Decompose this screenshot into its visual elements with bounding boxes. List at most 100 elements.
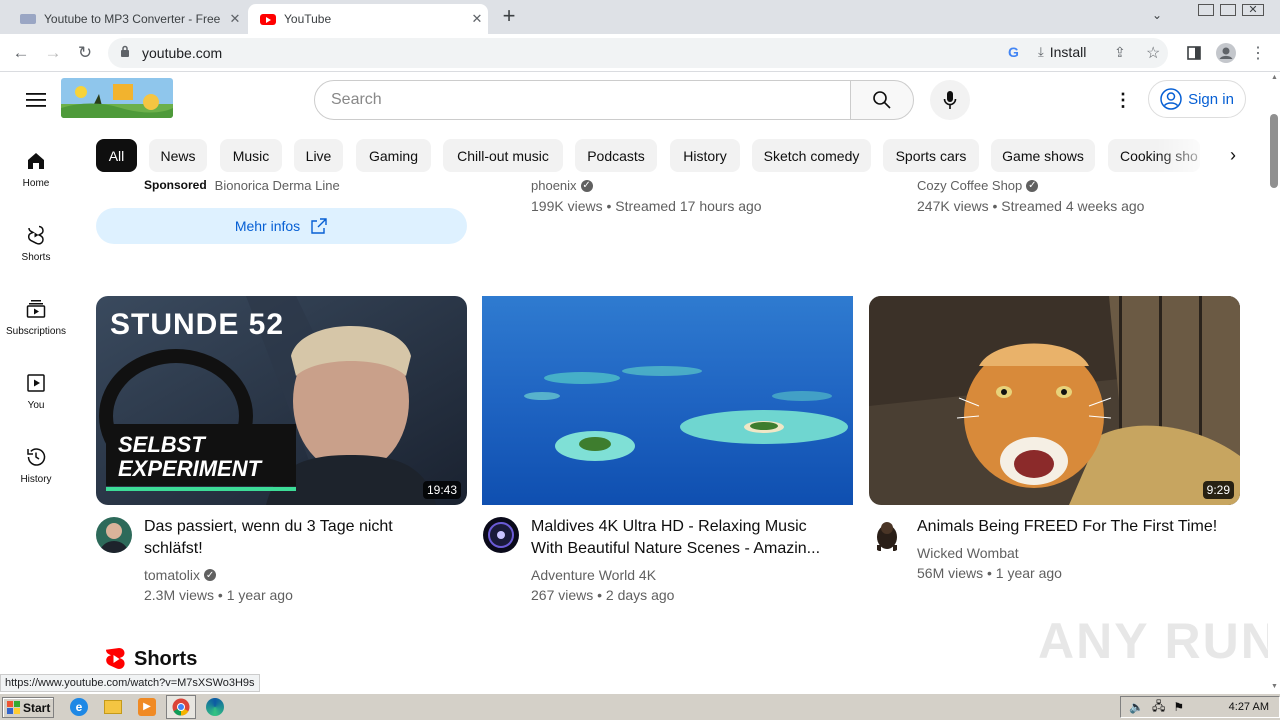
channel-name[interactable]: tomatolix [144, 567, 200, 583]
sidebar-item-home[interactable]: Home [0, 150, 72, 189]
channel-avatar[interactable] [483, 517, 519, 553]
external-link-icon [311, 218, 327, 234]
network-icon[interactable]: 🖧 [1152, 697, 1165, 718]
media-player-icon[interactable]: ▶ [138, 698, 156, 716]
restore-icon[interactable] [1220, 4, 1236, 16]
thumbnail-caption-mid: SELBST [118, 432, 205, 457]
bookmark-star-icon[interactable]: ☆ [1146, 43, 1160, 63]
video-3-thumbnail[interactable]: 9:29 [869, 296, 1240, 505]
volume-icon[interactable]: 🔈 [1129, 700, 1144, 714]
reload-button[interactable]: ↻ [72, 40, 98, 66]
ad-more-info-button[interactable]: Mehr infos [96, 208, 467, 244]
clock: 4:27 AM [1228, 701, 1269, 713]
folder-icon[interactable] [104, 700, 122, 714]
video-2-channel-line: phoenix ✓ [531, 178, 593, 193]
close-window-icon[interactable]: ✕ [1242, 4, 1264, 16]
forward-button[interactable]: → [40, 40, 66, 66]
chip-podcasts[interactable]: Podcasts [575, 139, 657, 172]
video-3-title[interactable]: Animals Being FREED For The First Time! [917, 516, 1237, 538]
close-tab-icon[interactable]: ✕ [466, 11, 488, 27]
video-3-channel[interactable]: Wicked Wombat [917, 545, 1019, 561]
start-label: Start [23, 700, 51, 715]
search-input[interactable]: Search [314, 80, 851, 120]
verified-icon: ✓ [1026, 179, 1039, 192]
video-1-channel-line: tomatolix ✓ [144, 567, 217, 583]
sign-in-button[interactable]: Sign in [1148, 80, 1246, 118]
history-icon [27, 448, 46, 466]
ad-sponsored-line: Sponsored Bionorica Derma Line [144, 178, 340, 193]
chip-history[interactable]: History [670, 139, 740, 172]
shorts-logo-icon [106, 648, 125, 669]
tab-mp3-converter[interactable]: Youtube to MP3 Converter - Free MP3 ✕ [8, 4, 246, 34]
sponsored-label: Sponsored [144, 178, 207, 192]
chip-all[interactable]: All [96, 139, 137, 172]
channel-avatar[interactable] [96, 517, 132, 553]
sidebar-item-shorts[interactable]: Shorts [0, 224, 72, 263]
tab-title: Youtube to MP3 Converter - Free MP3 [44, 12, 224, 26]
edge-icon[interactable] [206, 698, 224, 716]
sidebar-item-you[interactable]: You [0, 372, 72, 411]
chip-news[interactable]: News [149, 139, 207, 172]
share-icon[interactable]: ⇪ [1114, 44, 1126, 61]
address-bar[interactable]: youtube.com G ⤓ Install ⇪ ☆ [108, 38, 1168, 68]
tab-youtube[interactable]: YouTube ✕ [248, 4, 488, 34]
search-button[interactable] [850, 80, 914, 120]
page-scrollbar[interactable]: ▲ ▼ [1268, 72, 1280, 692]
video-2-thumbnail-image [482, 296, 853, 505]
scrollbar-thumb[interactable] [1270, 114, 1278, 188]
sidebar-label: Shorts [21, 252, 51, 263]
chips-next-chevron-icon[interactable]: › [1220, 143, 1246, 169]
video-2-channel[interactable]: Adventure World 4K [531, 567, 656, 583]
windows-taskbar: Start e ▶ 🔈 🖧 ⚑ 4:27 AM [0, 693, 1280, 720]
scrollbar-down-arrow-icon[interactable]: ▼ [1271, 683, 1278, 690]
microphone-icon [943, 91, 957, 109]
channel-avatar[interactable] [869, 517, 905, 553]
voice-search-button[interactable] [930, 80, 970, 120]
chip-sketch-comedy[interactable]: Sketch comedy [752, 139, 871, 172]
new-tab-button[interactable]: + [498, 5, 520, 29]
chip-game-shows[interactable]: Game shows [991, 139, 1095, 172]
title-line: Das passiert, wenn du 3 Tage nicht [144, 518, 393, 535]
thumbnail-caption-bottom: EXPERIMENT [118, 456, 262, 481]
install-button[interactable]: ⤓ Install [1038, 44, 1086, 60]
converter-favicon-icon [20, 14, 36, 24]
hamburger-menu-icon[interactable] [26, 92, 46, 108]
close-tab-icon[interactable]: ✕ [224, 11, 246, 27]
chip-gaming[interactable]: Gaming [356, 139, 431, 172]
ad-channel[interactable]: Bionorica Derma Line [215, 178, 340, 193]
channel-name[interactable]: Cozy Coffee Shop [917, 178, 1022, 193]
youtube-header: Search ⋮ Sign in [0, 72, 1268, 128]
back-button[interactable]: ← [8, 40, 34, 66]
start-button[interactable]: Start [2, 697, 54, 718]
tab-search-chevron-icon[interactable]: ⌄ [1152, 8, 1168, 24]
browser-menu-icon[interactable]: ⋮ [1250, 40, 1266, 66]
video-2-thumbnail[interactable] [482, 296, 853, 505]
youtube-doodle-logo[interactable] [61, 78, 173, 118]
chip-chill-out-music[interactable]: Chill-out music [443, 139, 563, 172]
video-1-title[interactable]: Das passiert, wenn du 3 Tage nicht schlä… [144, 516, 444, 560]
chrome-taskbar-icon[interactable] [166, 695, 196, 719]
account-icon [1160, 88, 1182, 110]
ie-icon[interactable]: e [70, 698, 88, 716]
google-icon[interactable]: G [1008, 44, 1019, 60]
sidebar-label: You [27, 400, 45, 411]
video-1-thumbnail[interactable]: STUNDE 52 SELBST EXPERIMENT 19:43 [96, 296, 467, 505]
channel-name[interactable]: phoenix [531, 178, 577, 193]
video-2-meta: 199K views • Streamed 17 hours ago [531, 198, 762, 214]
chip-sports-cars[interactable]: Sports cars [883, 139, 979, 172]
more-options-icon[interactable]: ⋮ [1114, 90, 1132, 111]
profile-avatar-icon[interactable] [1214, 40, 1238, 66]
chip-music[interactable]: Music [220, 139, 282, 172]
side-panel-icon[interactable] [1184, 40, 1204, 66]
scrollbar-up-arrow-icon[interactable]: ▲ [1271, 74, 1278, 81]
sidebar-label: Home [22, 178, 50, 189]
window-controls: ✕ [1182, 0, 1280, 20]
flag-icon[interactable]: ⚑ [1173, 700, 1184, 714]
sidebar-item-subscriptions[interactable]: Subscriptions [0, 298, 72, 337]
minimize-icon[interactable] [1198, 4, 1214, 16]
sidebar-item-history[interactable]: History [0, 446, 72, 485]
browser-tab-strip: Youtube to MP3 Converter - Free MP3 ✕ Yo… [0, 0, 1280, 34]
video-2-title[interactable]: Maldives 4K Ultra HD - Relaxing Music Wi… [531, 516, 841, 560]
title-line: With Beautiful Nature Scenes - Amazin... [531, 540, 821, 557]
chip-live[interactable]: Live [294, 139, 343, 172]
